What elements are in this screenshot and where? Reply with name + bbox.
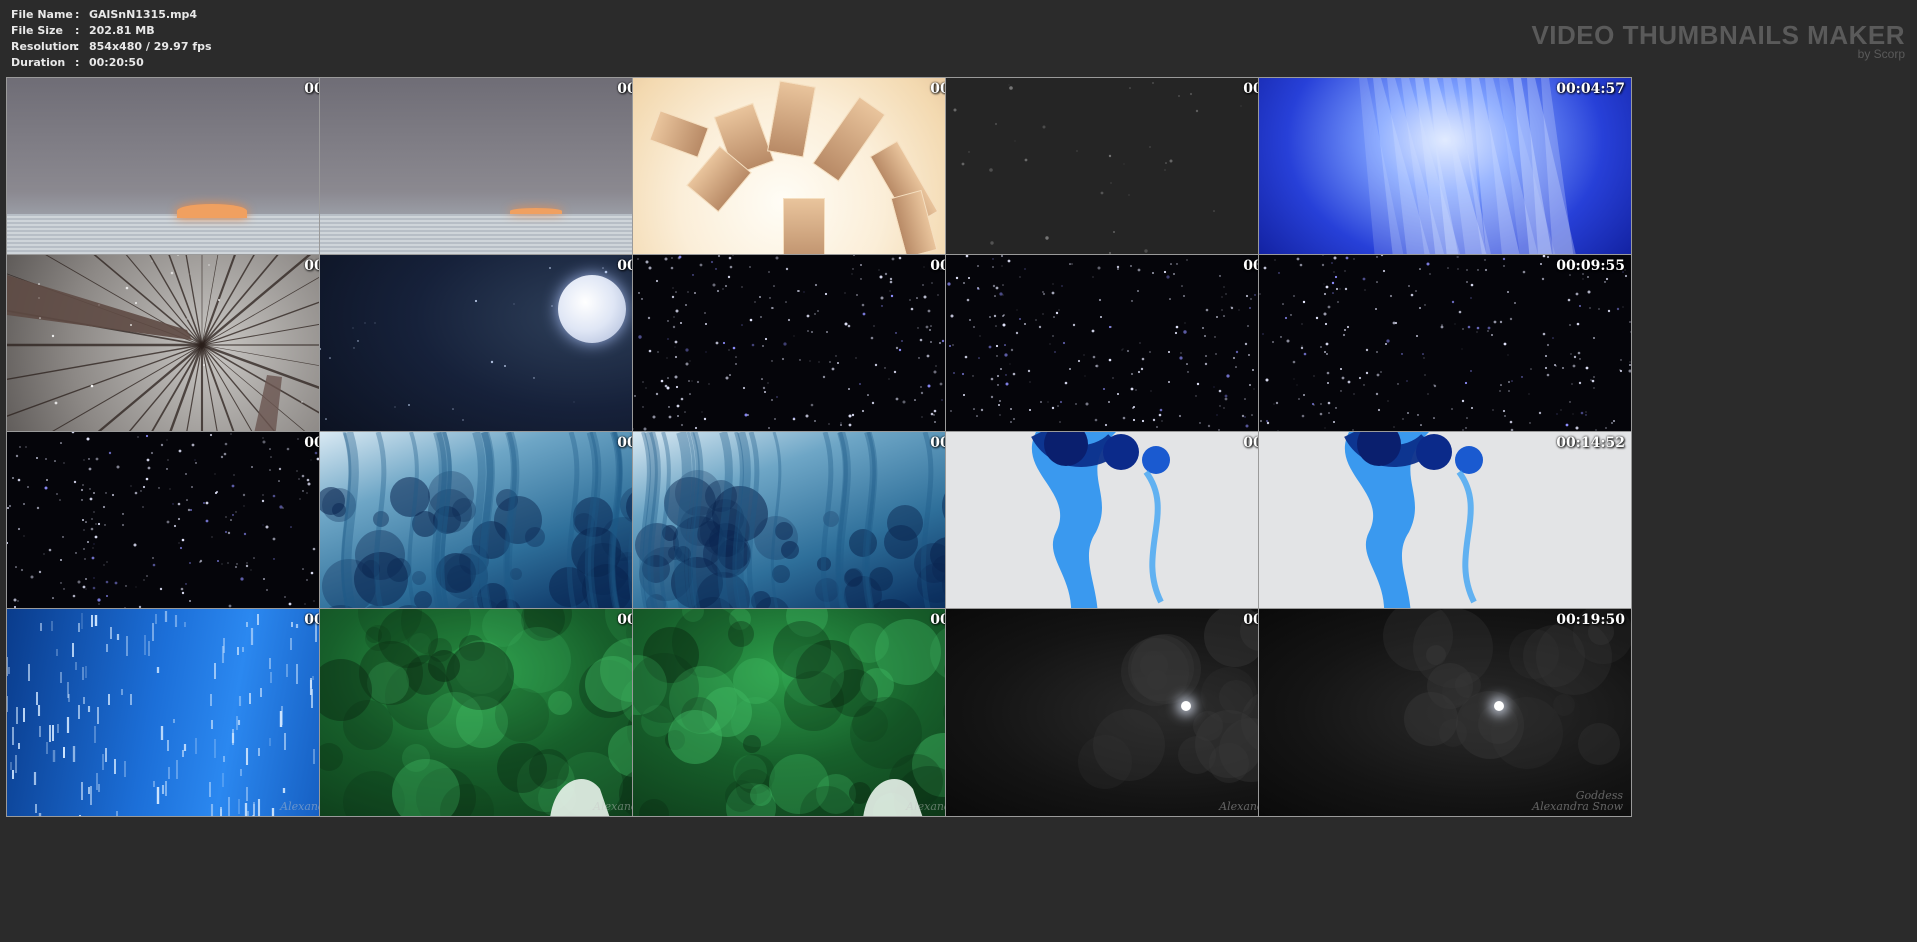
- file-size-value: 202.81 MB: [89, 24, 155, 37]
- resolution-row: Resolution : 854x480 / 29.97 fps: [11, 39, 212, 55]
- separator: :: [75, 56, 80, 69]
- file-name-value: GAlSnN1315.mp4: [89, 8, 198, 21]
- light-block: [767, 80, 816, 158]
- sun: [510, 208, 562, 214]
- light-block: [812, 96, 886, 182]
- light-block: [649, 110, 709, 158]
- duration-label: Duration: [11, 56, 66, 69]
- moon: [1494, 701, 1504, 711]
- duration-row: Duration : 00:20:50: [11, 55, 212, 71]
- brand-title: VIDEO THUMBNAILS MAKER: [1531, 20, 1905, 50]
- timestamp: 00:04:57: [1556, 81, 1625, 97]
- separator: :: [75, 8, 80, 21]
- moon: [558, 275, 626, 343]
- file-size-row: File Size : 202.81 MB: [11, 23, 212, 39]
- thumbnail: Goddess Alexandra Snow 00:19:50: [1258, 608, 1632, 817]
- sun: [177, 204, 247, 218]
- file-name-label: File Name: [11, 8, 73, 21]
- resolution-value: 854x480 / 29.97 fps: [89, 40, 212, 53]
- timestamp: 00:09:55: [1556, 258, 1625, 274]
- watermark-line-2: Alexandra Snow: [1532, 800, 1623, 813]
- resolution-label: Resolution: [11, 40, 78, 53]
- file-size-label: File Size: [11, 24, 63, 37]
- watermark: GoddessAlexandra Snow: [1532, 790, 1623, 812]
- night-moon-scene: [1259, 609, 1631, 816]
- timestamp: 00:19:50: [1556, 612, 1625, 628]
- timestamp: 00:14:52: [1556, 435, 1625, 451]
- file-name-row: File Name : GAlSnN1315.mp4: [11, 7, 212, 23]
- duration-value: 00:20:50: [89, 56, 144, 69]
- separator: :: [75, 40, 80, 53]
- separator: :: [75, 24, 80, 37]
- header: File Name : GAlSnN1315.mp4 File Size : 2…: [0, 0, 1917, 74]
- brand-logo: VIDEO THUMBNAILS MAKER by Scorp: [1531, 22, 1905, 61]
- file-info-panel: File Name : GAlSnN1315.mp4 File Size : 2…: [11, 7, 212, 71]
- moon: [1181, 701, 1191, 711]
